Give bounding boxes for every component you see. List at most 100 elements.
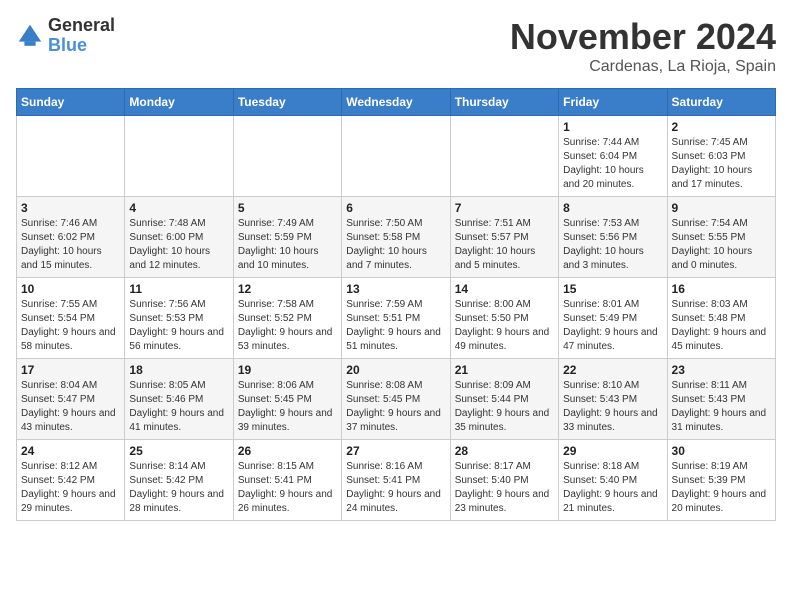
day-info: Sunrise: 7:44 AM Sunset: 6:04 PM Dayligh… [563, 136, 662, 192]
day-cell: 20Sunrise: 8:08 AM Sunset: 5:45 PM Dayli… [342, 359, 450, 440]
calendar-table: SundayMondayTuesdayWednesdayThursdayFrid… [16, 88, 776, 521]
day-info: Sunrise: 7:59 AM Sunset: 5:51 PM Dayligh… [346, 298, 445, 354]
day-cell: 13 Sunrise: 7:59 AM Sunset: 5:51 PM Dayli… [342, 278, 450, 359]
day-cell: 10Sunrise: 7:55 AM Sunset: 5:54 PM Dayli… [17, 278, 125, 359]
day-info: Sunrise: 7:54 AM Sunset: 5:55 PM Dayligh… [672, 217, 771, 273]
day-info: Sunrise: 8:10 AM Sunset: 5:43 PM Dayligh… [563, 379, 662, 435]
day-number: 19 [238, 363, 337, 377]
weekday-header-monday: Monday [125, 89, 233, 116]
day-cell: 19 Sunrise: 8:06 AM Sunset: 5:45 PM Dayli… [233, 359, 341, 440]
weekday-header-row: SundayMondayTuesdayWednesdayThursdayFrid… [17, 89, 776, 116]
logo-icon [16, 22, 44, 50]
weekday-header-saturday: Saturday [667, 89, 775, 116]
day-number: 13 [346, 282, 445, 296]
day-cell: 3 Sunrise: 7:46 AM Sunset: 6:02 PM Daylig… [17, 197, 125, 278]
day-cell: 8 Sunrise: 7:53 AM Sunset: 5:56 PM Daylig… [559, 197, 667, 278]
day-info: Sunrise: 8:14 AM Sunset: 5:42 PM Dayligh… [129, 460, 228, 516]
week-row-5: 24 Sunrise: 8:12 AM Sunset: 5:42 PM Dayli… [17, 440, 776, 521]
day-info: Sunrise: 8:04 AM Sunset: 5:47 PM Dayligh… [21, 379, 120, 435]
day-cell: 27 Sunrise: 8:16 AM Sunset: 5:41 PM Dayli… [342, 440, 450, 521]
day-info: Sunrise: 7:45 AM Sunset: 6:03 PM Dayligh… [672, 136, 771, 192]
calendar-header: SundayMondayTuesdayWednesdayThursdayFrid… [17, 89, 776, 116]
day-cell: 29 Sunrise: 8:18 AM Sunset: 5:40 PM Dayli… [559, 440, 667, 521]
week-row-3: 10Sunrise: 7:55 AM Sunset: 5:54 PM Dayli… [17, 278, 776, 359]
day-info: Sunrise: 8:18 AM Sunset: 5:40 PM Dayligh… [563, 460, 662, 516]
day-number: 11 [129, 282, 228, 296]
day-info: Sunrise: 8:12 AM Sunset: 5:42 PM Dayligh… [21, 460, 120, 516]
day-cell: 25 Sunrise: 8:14 AM Sunset: 5:42 PM Dayli… [125, 440, 233, 521]
day-number: 2 [672, 120, 771, 134]
day-info: Sunrise: 8:17 AM Sunset: 5:40 PM Dayligh… [455, 460, 554, 516]
week-row-1: 1 Sunrise: 7:44 AM Sunset: 6:04 PM Daylig… [17, 116, 776, 197]
day-cell [125, 116, 233, 197]
day-number: 5 [238, 201, 337, 215]
day-number: 24 [21, 444, 120, 458]
day-info: Sunrise: 7:58 AM Sunset: 5:52 PM Dayligh… [238, 298, 337, 354]
day-number: 27 [346, 444, 445, 458]
logo: General Blue [16, 16, 115, 56]
day-info: Sunrise: 7:56 AM Sunset: 5:53 PM Dayligh… [129, 298, 228, 354]
day-number: 28 [455, 444, 554, 458]
day-cell [17, 116, 125, 197]
day-number: 3 [21, 201, 120, 215]
title-block: November 2024 Cardenas, La Rioja, Spain [510, 16, 776, 76]
day-info: Sunrise: 7:46 AM Sunset: 6:02 PM Dayligh… [21, 217, 120, 273]
month-title: November 2024 [510, 16, 776, 58]
day-info: Sunrise: 7:48 AM Sunset: 6:00 PM Dayligh… [129, 217, 228, 273]
day-info: Sunrise: 8:03 AM Sunset: 5:48 PM Dayligh… [672, 298, 771, 354]
day-number: 14 [455, 282, 554, 296]
day-cell: 26 Sunrise: 8:15 AM Sunset: 5:41 PM Dayli… [233, 440, 341, 521]
day-cell: 30 Sunrise: 8:19 AM Sunset: 5:39 PM Dayli… [667, 440, 775, 521]
day-info: Sunrise: 8:16 AM Sunset: 5:41 PM Dayligh… [346, 460, 445, 516]
day-cell: 22 Sunrise: 8:10 AM Sunset: 5:43 PM Dayli… [559, 359, 667, 440]
day-cell [233, 116, 341, 197]
logo-text: General Blue [48, 16, 115, 56]
week-row-4: 17 Sunrise: 8:04 AM Sunset: 5:47 PM Dayli… [17, 359, 776, 440]
day-number: 10 [21, 282, 120, 296]
day-cell: 24 Sunrise: 8:12 AM Sunset: 5:42 PM Dayli… [17, 440, 125, 521]
day-info: Sunrise: 8:15 AM Sunset: 5:41 PM Dayligh… [238, 460, 337, 516]
day-number: 6 [346, 201, 445, 215]
weekday-header-friday: Friday [559, 89, 667, 116]
day-cell: 23 Sunrise: 8:11 AM Sunset: 5:43 PM Dayli… [667, 359, 775, 440]
day-cell: 1 Sunrise: 7:44 AM Sunset: 6:04 PM Daylig… [559, 116, 667, 197]
day-number: 30 [672, 444, 771, 458]
day-number: 1 [563, 120, 662, 134]
day-cell: 5 Sunrise: 7:49 AM Sunset: 5:59 PM Daylig… [233, 197, 341, 278]
day-number: 20 [346, 363, 445, 377]
day-number: 26 [238, 444, 337, 458]
day-number: 8 [563, 201, 662, 215]
day-info: Sunrise: 8:11 AM Sunset: 5:43 PM Dayligh… [672, 379, 771, 435]
day-number: 16 [672, 282, 771, 296]
day-cell: 9 Sunrise: 7:54 AM Sunset: 5:55 PM Daylig… [667, 197, 775, 278]
weekday-header-sunday: Sunday [17, 89, 125, 116]
day-number: 9 [672, 201, 771, 215]
day-cell: 4Sunrise: 7:48 AM Sunset: 6:00 PM Daylig… [125, 197, 233, 278]
day-info: Sunrise: 8:06 AM Sunset: 5:45 PM Dayligh… [238, 379, 337, 435]
location: Cardenas, La Rioja, Spain [510, 58, 776, 76]
weekday-header-wednesday: Wednesday [342, 89, 450, 116]
day-info: Sunrise: 8:05 AM Sunset: 5:46 PM Dayligh… [129, 379, 228, 435]
day-number: 22 [563, 363, 662, 377]
day-number: 29 [563, 444, 662, 458]
day-cell: 2 Sunrise: 7:45 AM Sunset: 6:03 PM Daylig… [667, 116, 775, 197]
day-cell [342, 116, 450, 197]
day-info: Sunrise: 7:49 AM Sunset: 5:59 PM Dayligh… [238, 217, 337, 273]
page-header: General Blue November 2024 Cardenas, La … [16, 16, 776, 76]
day-cell: 17 Sunrise: 8:04 AM Sunset: 5:47 PM Dayli… [17, 359, 125, 440]
week-row-2: 3 Sunrise: 7:46 AM Sunset: 6:02 PM Daylig… [17, 197, 776, 278]
day-number: 17 [21, 363, 120, 377]
day-cell: 21 Sunrise: 8:09 AM Sunset: 5:44 PM Dayli… [450, 359, 558, 440]
calendar-body: 1 Sunrise: 7:44 AM Sunset: 6:04 PM Daylig… [17, 116, 776, 521]
day-number: 23 [672, 363, 771, 377]
day-number: 21 [455, 363, 554, 377]
day-cell: 6Sunrise: 7:50 AM Sunset: 5:58 PM Daylig… [342, 197, 450, 278]
day-info: Sunrise: 8:19 AM Sunset: 5:39 PM Dayligh… [672, 460, 771, 516]
day-number: 18 [129, 363, 228, 377]
day-cell: 16 Sunrise: 8:03 AM Sunset: 5:48 PM Dayli… [667, 278, 775, 359]
day-info: Sunrise: 8:09 AM Sunset: 5:44 PM Dayligh… [455, 379, 554, 435]
day-cell: 14Sunrise: 8:00 AM Sunset: 5:50 PM Dayli… [450, 278, 558, 359]
day-number: 25 [129, 444, 228, 458]
day-info: Sunrise: 7:53 AM Sunset: 5:56 PM Dayligh… [563, 217, 662, 273]
day-info: Sunrise: 7:51 AM Sunset: 5:57 PM Dayligh… [455, 217, 554, 273]
